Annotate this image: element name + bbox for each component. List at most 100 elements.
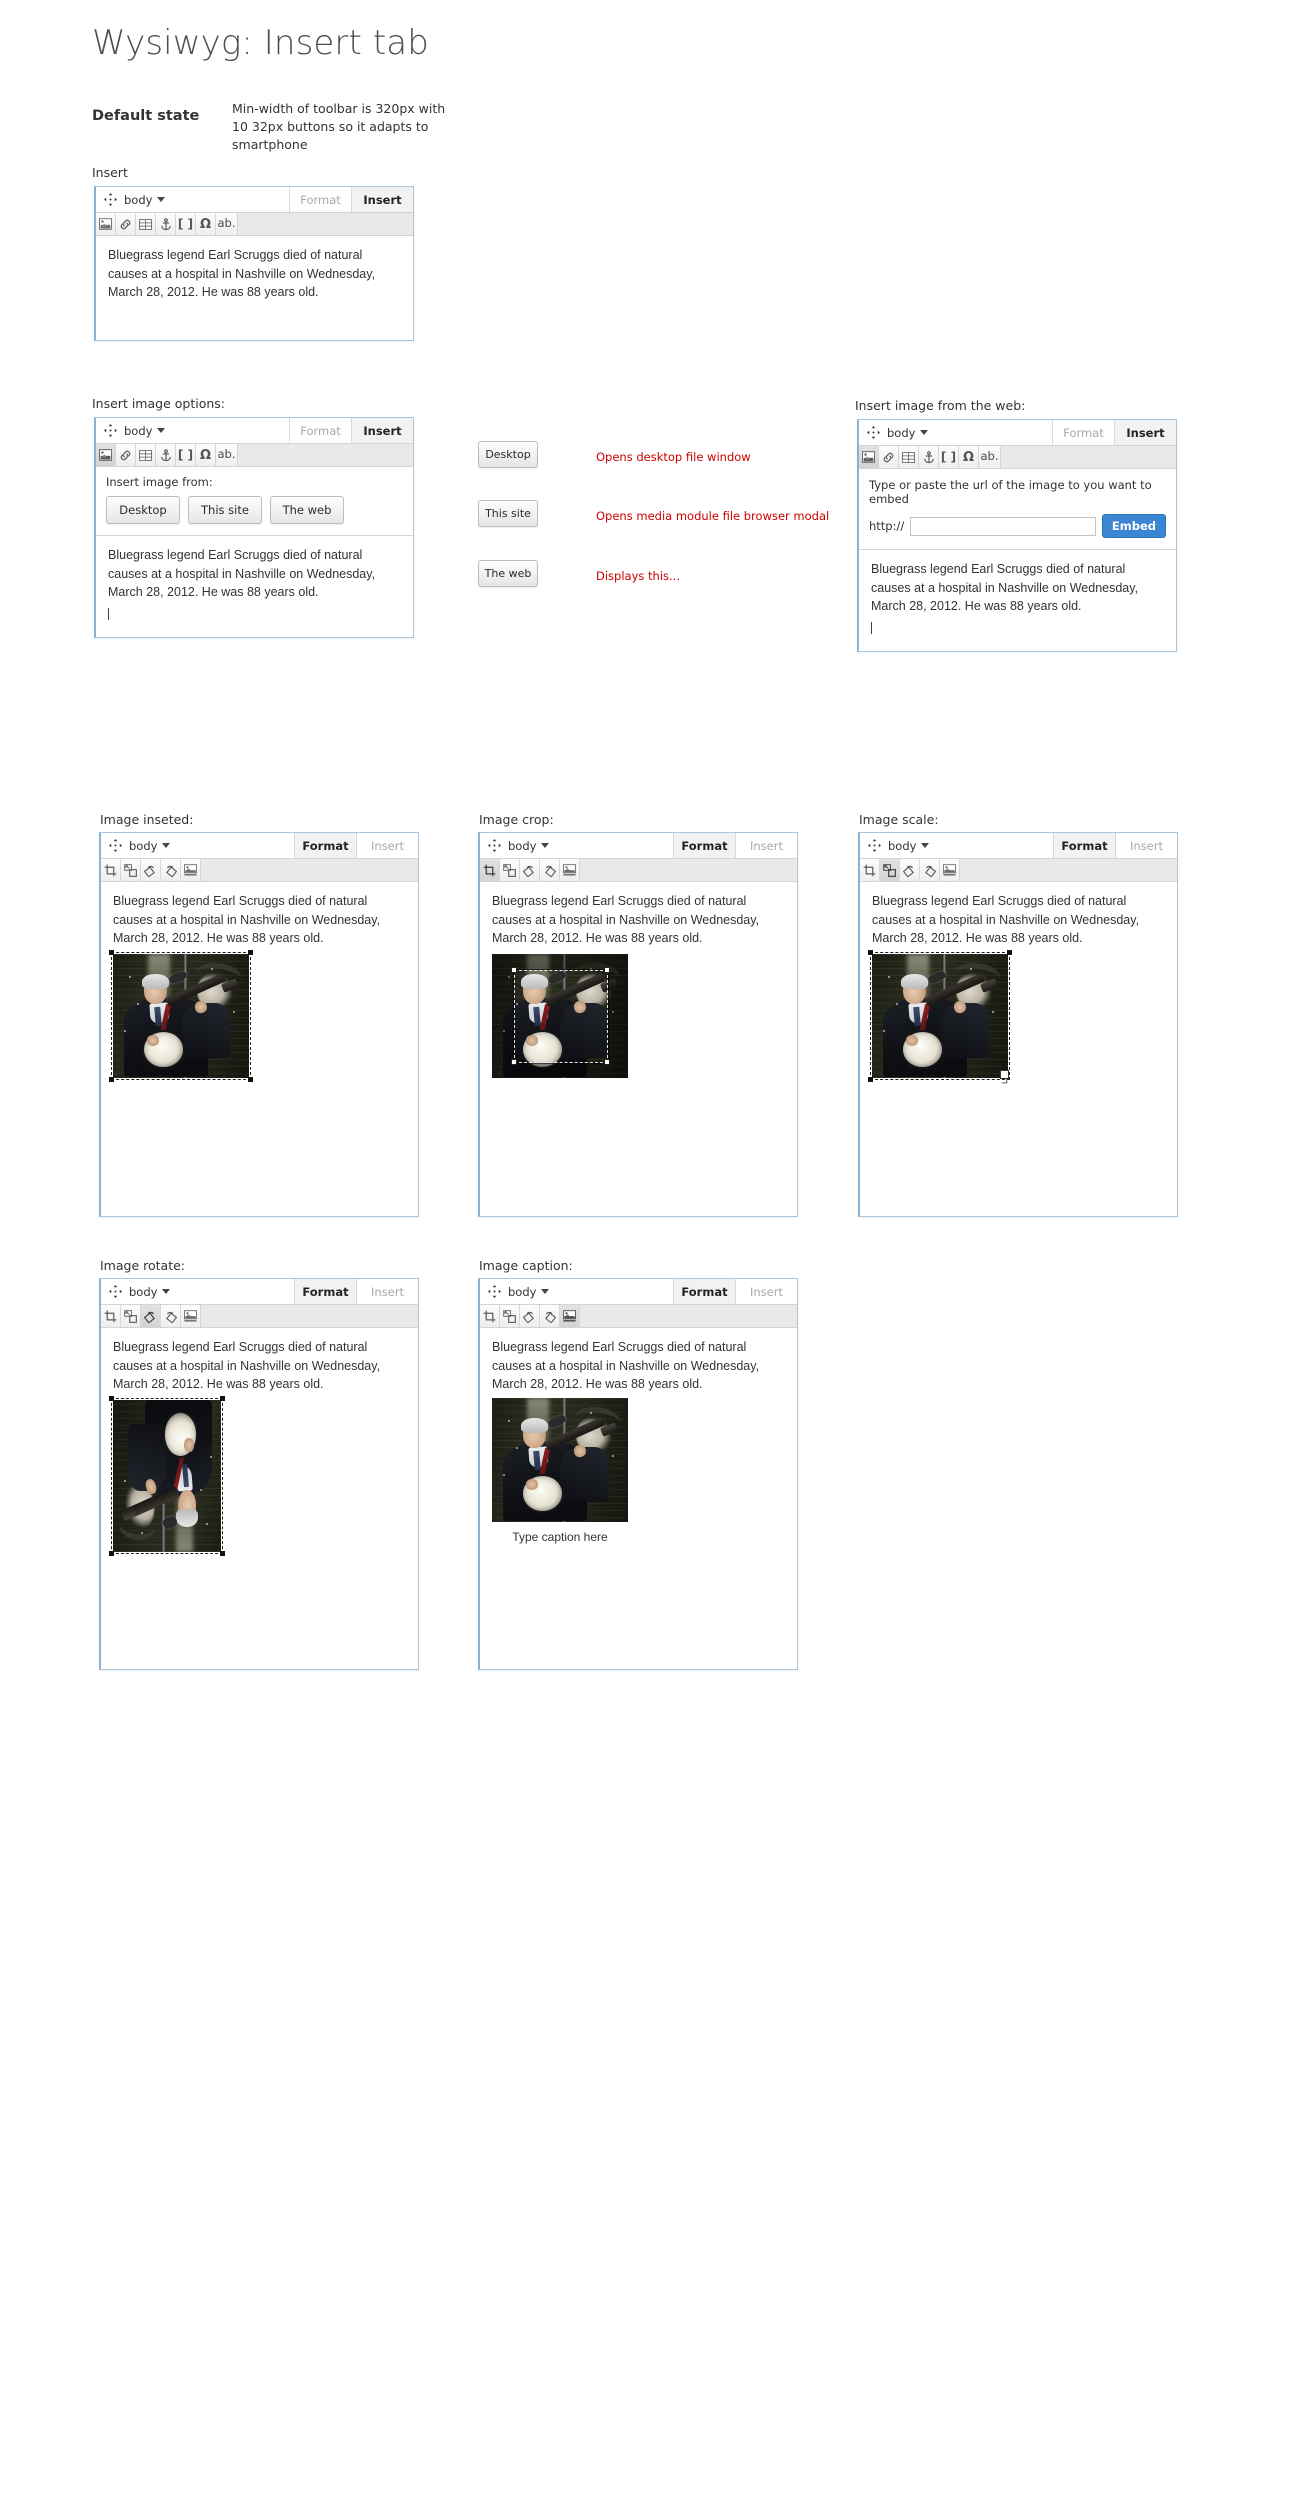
insert-table-icon[interactable] <box>136 213 156 235</box>
image-rotate-left-icon[interactable] <box>900 859 920 881</box>
inserted-image-cropping[interactable] <box>492 953 628 1078</box>
move-handle-icon[interactable] <box>109 839 122 852</box>
resize-handle-bottom-right[interactable] <box>220 1550 225 1556</box>
insert-token-icon[interactable]: [ ] <box>176 213 196 235</box>
element-selector-value[interactable]: body <box>124 193 166 207</box>
element-selector[interactable]: body <box>480 833 673 858</box>
anno-the-web-button[interactable]: The web <box>478 560 538 587</box>
insert-special-character-icon[interactable]: Ω <box>196 444 216 466</box>
editor-body[interactable]: Bluegrass legend Earl Scruggs died of na… <box>96 536 413 637</box>
resize-handle-top-left[interactable] <box>109 1395 114 1401</box>
resize-handle-bottom-left[interactable] <box>109 1550 114 1556</box>
insert-link-icon[interactable] <box>116 444 136 466</box>
inserted-image-scaling[interactable] <box>868 949 1012 1083</box>
embed-button[interactable]: Embed <box>1101 514 1166 538</box>
element-selector[interactable]: body <box>480 1279 673 1304</box>
image-url-input[interactable] <box>910 516 1096 536</box>
image-rotate-left-icon[interactable] <box>520 859 540 881</box>
image-crop-icon[interactable] <box>860 859 880 881</box>
tab-format[interactable]: Format <box>289 187 351 212</box>
element-selector[interactable]: body <box>859 420 1052 445</box>
resize-handle-bottom-left[interactable] <box>109 1076 114 1082</box>
insert-abbreviation-icon[interactable]: ab. <box>216 444 238 466</box>
tab-format[interactable]: Format <box>294 1279 356 1304</box>
earl-scruggs-photo-rotated[interactable] <box>113 1399 221 1552</box>
resize-handle-bottom-left[interactable] <box>868 1076 873 1082</box>
insert-abbreviation-icon[interactable]: ab. <box>216 213 238 235</box>
element-selector-value[interactable]: body <box>124 424 166 438</box>
tab-insert[interactable]: Insert <box>1114 420 1176 445</box>
image-crop-icon[interactable] <box>480 1305 500 1327</box>
image-scale-icon[interactable] <box>121 859 141 881</box>
insert-link-icon[interactable] <box>116 213 136 235</box>
crop-handle-bottom-left[interactable] <box>511 1059 518 1066</box>
image-rotate-left-icon[interactable] <box>141 1305 161 1327</box>
element-selector[interactable]: body <box>101 833 294 858</box>
resize-handle-top-right[interactable] <box>248 949 253 955</box>
move-handle-icon[interactable] <box>104 424 117 437</box>
image-rotate-right-icon[interactable] <box>920 859 940 881</box>
source-desktop-button[interactable]: Desktop <box>106 496 180 524</box>
insert-anchor-icon[interactable] <box>156 213 176 235</box>
tab-insert[interactable]: Insert <box>351 418 413 443</box>
insert-token-icon[interactable]: [ ] <box>939 446 959 468</box>
crop-handle-top-left[interactable] <box>511 967 518 974</box>
insert-image-icon[interactable] <box>96 444 116 466</box>
tab-insert[interactable]: Insert <box>735 833 797 858</box>
resize-handle-top-left[interactable] <box>868 949 873 955</box>
move-handle-icon[interactable] <box>488 1285 501 1298</box>
insert-special-character-icon[interactable]: Ω <box>196 213 216 235</box>
insert-abbreviation-icon[interactable]: ab. <box>979 446 1001 468</box>
image-scale-icon[interactable] <box>500 1305 520 1327</box>
tab-format[interactable]: Format <box>673 833 735 858</box>
tab-insert[interactable]: Insert <box>356 833 418 858</box>
move-handle-icon[interactable] <box>104 193 117 206</box>
crop-handle-bottom-right[interactable] <box>604 1059 611 1066</box>
resize-handle-bottom-right[interactable] <box>248 1076 253 1082</box>
image-scale-icon[interactable] <box>500 859 520 881</box>
editor-body[interactable]: Bluegrass legend Earl Scruggs died of na… <box>860 882 1177 1095</box>
editor-image-inserted[interactable]: body Format Insert Bluegrass legend Earl… <box>99 832 419 1217</box>
image-caption-icon[interactable] <box>560 1305 580 1327</box>
element-selector[interactable]: body <box>96 418 289 443</box>
move-handle-icon[interactable] <box>868 839 881 852</box>
tab-format[interactable]: Format <box>673 1279 735 1304</box>
resize-handle-top-right[interactable] <box>1007 949 1012 955</box>
tab-format[interactable]: Format <box>294 833 356 858</box>
image-scale-icon[interactable] <box>880 859 900 881</box>
element-selector-value[interactable]: body <box>508 1285 550 1299</box>
image-caption-field[interactable]: Type caption here <box>492 1522 628 1549</box>
element-selector-value[interactable]: body <box>508 839 550 853</box>
element-selector-value[interactable]: body <box>888 839 930 853</box>
element-selector[interactable]: body <box>101 1279 294 1304</box>
editor-insert-default[interactable]: body Format Insert [ ] Ω ab. Bluegrass l… <box>94 186 414 341</box>
editor-body[interactable]: Bluegrass legend Earl Scruggs died of na… <box>101 1328 418 1569</box>
editor-body[interactable]: Bluegrass legend Earl Scruggs died of na… <box>480 882 797 1095</box>
earl-scruggs-photo[interactable] <box>872 953 1008 1078</box>
tab-format[interactable]: Format <box>1052 420 1114 445</box>
earl-scruggs-photo[interactable] <box>113 953 249 1078</box>
anno-desktop-button[interactable]: Desktop <box>478 441 538 468</box>
image-rotate-right-icon[interactable] <box>161 1305 181 1327</box>
tab-insert[interactable]: Insert <box>1115 833 1177 858</box>
move-handle-icon[interactable] <box>488 839 501 852</box>
image-rotate-left-icon[interactable] <box>141 859 161 881</box>
insert-token-icon[interactable]: [ ] <box>176 444 196 466</box>
editor-image-scale[interactable]: body Format Insert Bluegrass legend Earl… <box>858 832 1178 1217</box>
move-handle-icon[interactable] <box>109 1285 122 1298</box>
image-rotate-left-icon[interactable] <box>520 1305 540 1327</box>
figure-with-caption[interactable]: Type caption here <box>492 1397 628 1549</box>
image-rotate-right-icon[interactable] <box>540 859 560 881</box>
element-selector-value[interactable]: body <box>887 426 929 440</box>
editor-image-rotate[interactable]: body Format Insert Bluegrass legend Earl… <box>99 1278 419 1670</box>
element-selector-value[interactable]: body <box>129 1285 171 1299</box>
tab-insert[interactable]: Insert <box>351 187 413 212</box>
editor-body[interactable]: Bluegrass legend Earl Scruggs died of na… <box>480 1328 797 1560</box>
image-rotate-right-icon[interactable] <box>540 1305 560 1327</box>
image-caption-icon[interactable] <box>940 859 960 881</box>
image-crop-icon[interactable] <box>101 859 121 881</box>
inserted-image-rotated[interactable] <box>109 1395 225 1556</box>
editor-insert-image-web[interactable]: body Format Insert [ ] Ω ab. Type or pas… <box>857 419 1177 652</box>
resize-handle-top-right[interactable] <box>220 1395 225 1401</box>
crop-handle-top-right[interactable] <box>604 967 611 974</box>
